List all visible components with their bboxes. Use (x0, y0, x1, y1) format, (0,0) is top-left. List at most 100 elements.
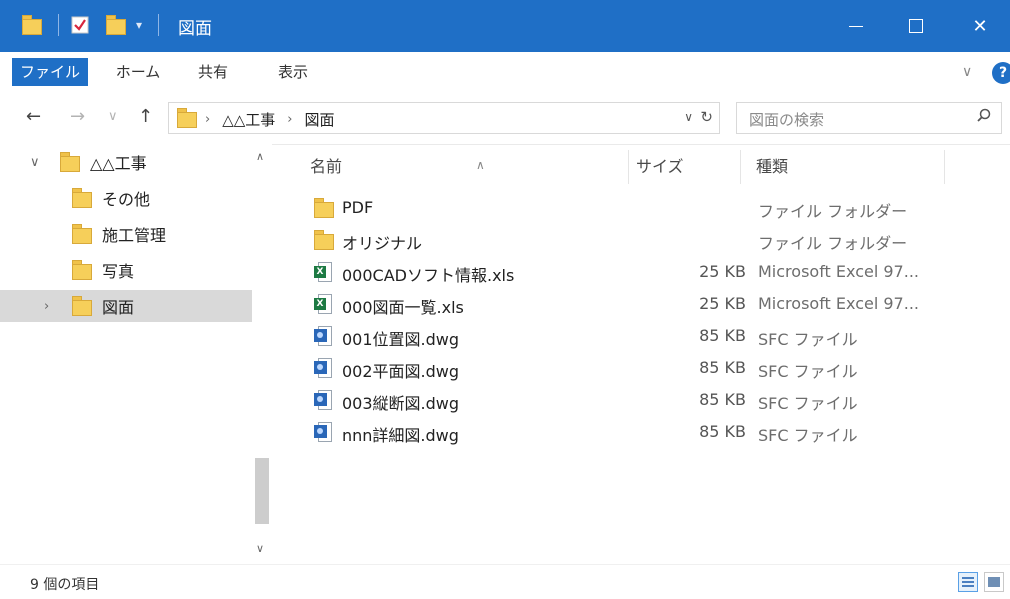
file-row[interactable]: 001位置図.dwg 85 KB SFC ファイル (306, 320, 956, 352)
folder-icon (314, 230, 334, 250)
recent-locations-button[interactable]: ∨ (108, 109, 118, 124)
chevron-down-icon: ∨ (108, 109, 118, 124)
dwg-file-icon (314, 326, 332, 346)
maximize-button[interactable] (886, 0, 946, 52)
navigation-scrollbar[interactable]: ∧ ∨ (252, 144, 272, 564)
forward-button[interactable]: → (70, 106, 85, 127)
tree-item-other[interactable]: その他 (0, 182, 252, 214)
details-view-button[interactable] (958, 572, 978, 592)
file-row[interactable]: オリジナル ファイル フォルダー (306, 224, 956, 256)
help-icon: ? (998, 65, 1008, 81)
file-row[interactable]: X 000図面一覧.xls 25 KB Microsoft Excel 97..… (306, 288, 956, 320)
up-arrow-icon: ↑ (138, 106, 154, 127)
file-row[interactable]: PDF ファイル フォルダー (306, 192, 956, 224)
search-box[interactable]: 図面の検索 (736, 102, 1002, 134)
up-button[interactable]: ↑ (138, 106, 153, 127)
file-name: nnn詳細図.dwg (342, 426, 459, 445)
file-size: 85 KB (699, 390, 746, 409)
file-name: 002平面図.dwg (342, 362, 460, 381)
address-dropdown-button[interactable]: ∨ (684, 110, 693, 124)
tab-view[interactable]: 表示 (268, 58, 318, 86)
back-button[interactable]: ← (26, 106, 41, 127)
minimize-icon (849, 25, 863, 27)
search-icon (977, 108, 991, 126)
tree-item-label: 施工管理 (102, 226, 167, 245)
column-header-size[interactable]: サイズ (636, 150, 736, 184)
folder-icon (177, 108, 197, 128)
title-bar[interactable]: ▾ 図面 ✕ (0, 0, 1010, 52)
scrollbar-thumb[interactable] (255, 458, 269, 524)
file-type: SFC ファイル (758, 426, 858, 445)
close-icon: ✕ (972, 15, 988, 37)
file-type: Microsoft Excel 97... (758, 262, 919, 281)
file-type: SFC ファイル (758, 330, 858, 349)
tree-item-drawings[interactable]: › 図面 (0, 290, 252, 322)
minimize-button[interactable] (826, 0, 886, 52)
tree-item-construction-management[interactable]: 施工管理 (0, 218, 252, 250)
tree-item-project[interactable]: ∨ △△工事 (0, 146, 252, 178)
column-header-name[interactable]: 名前 ∧ (310, 150, 630, 184)
back-arrow-icon: ← (26, 106, 42, 127)
column-header-type[interactable]: 種類 (756, 150, 936, 184)
dropdown-arrow-icon: ▾ (136, 18, 143, 32)
tree-item-label: △△工事 (90, 154, 147, 173)
folder-icon (314, 198, 334, 218)
item-count: 9 個の項目 (30, 577, 100, 593)
scroll-up-icon[interactable]: ∧ (256, 150, 264, 163)
tree-item-label: 写真 (102, 262, 135, 281)
address-bar[interactable]: › △△工事 › 図面 ∨ ↻ (168, 102, 720, 134)
large-icons-icon (988, 577, 1000, 587)
forward-arrow-icon: → (70, 106, 86, 127)
excel-file-icon: X (314, 262, 332, 282)
maximize-icon (909, 19, 923, 33)
file-row[interactable]: 002平面図.dwg 85 KB SFC ファイル (306, 352, 956, 384)
new-folder-button[interactable] (106, 12, 126, 38)
properties-icon (71, 16, 89, 34)
file-size: 85 KB (699, 422, 746, 441)
file-row[interactable]: nnn詳細図.dwg 85 KB SFC ファイル (306, 416, 956, 448)
breadcrumb-separator-icon: › (287, 112, 293, 127)
navigation-pane: ∨ △△工事 その他 施工管理 写真 › 図面 ∧ ∨ (0, 144, 272, 564)
folder-icon (72, 296, 92, 316)
status-bar: 9 個の項目 (0, 564, 1010, 599)
explorer-window: ▾ 図面 ✕ ファイル ホーム 共有 表示 ∨ ? ← → ∨ ↑ › △△工事… (0, 0, 1010, 599)
customize-toolbar-button[interactable]: ▾ (136, 12, 142, 38)
file-name: PDF (342, 198, 374, 217)
large-icons-view-button[interactable] (984, 572, 1004, 592)
breadcrumb-item-project[interactable]: △△工事 (222, 109, 275, 130)
sort-ascending-icon: ∧ (476, 158, 485, 172)
refresh-button[interactable]: ↻ (700, 108, 713, 126)
folder-icon (72, 224, 92, 244)
file-name: 003縦断図.dwg (342, 394, 460, 413)
folder-icon (72, 260, 92, 280)
scroll-down-icon[interactable]: ∨ (256, 542, 264, 555)
breadcrumb-separator-icon: › (205, 112, 211, 127)
chevron-down-icon: ∨ (684, 110, 693, 124)
tab-share[interactable]: 共有 (188, 58, 238, 86)
close-button[interactable]: ✕ (950, 0, 1010, 52)
chevron-down-icon[interactable]: ∨ (30, 155, 40, 170)
dwg-file-icon (314, 422, 332, 442)
ribbon-expand-button[interactable]: ∨ (962, 64, 972, 80)
breadcrumb-item-drawings[interactable]: 図面 (304, 109, 334, 130)
quick-access-toolbar (22, 12, 42, 38)
ribbon-tabs: ファイル ホーム 共有 表示 ∨ ? (0, 52, 1010, 93)
chevron-right-icon[interactable]: › (44, 299, 49, 314)
file-type: SFC ファイル (758, 394, 858, 413)
help-button[interactable]: ? (992, 62, 1010, 84)
tab-home[interactable]: ホーム (108, 58, 168, 86)
tree-item-photos[interactable]: 写真 (0, 254, 252, 286)
file-row[interactable]: 003縦断図.dwg 85 KB SFC ファイル (306, 384, 956, 416)
tree-item-label: 図面 (102, 298, 135, 317)
file-name: 000CADソフト情報.xls (342, 266, 515, 285)
refresh-icon: ↻ (700, 108, 713, 126)
file-size: 85 KB (699, 326, 746, 345)
file-row[interactable]: X 000CADソフト情報.xls 25 KB Microsoft Excel … (306, 256, 956, 288)
folder-icon (60, 152, 80, 172)
file-name: 001位置図.dwg (342, 330, 460, 349)
file-type: Microsoft Excel 97... (758, 294, 919, 313)
dwg-file-icon (314, 390, 332, 410)
search-input[interactable]: 図面の検索 (749, 109, 824, 130)
properties-button[interactable] (70, 12, 90, 38)
tab-file[interactable]: ファイル (12, 58, 88, 86)
